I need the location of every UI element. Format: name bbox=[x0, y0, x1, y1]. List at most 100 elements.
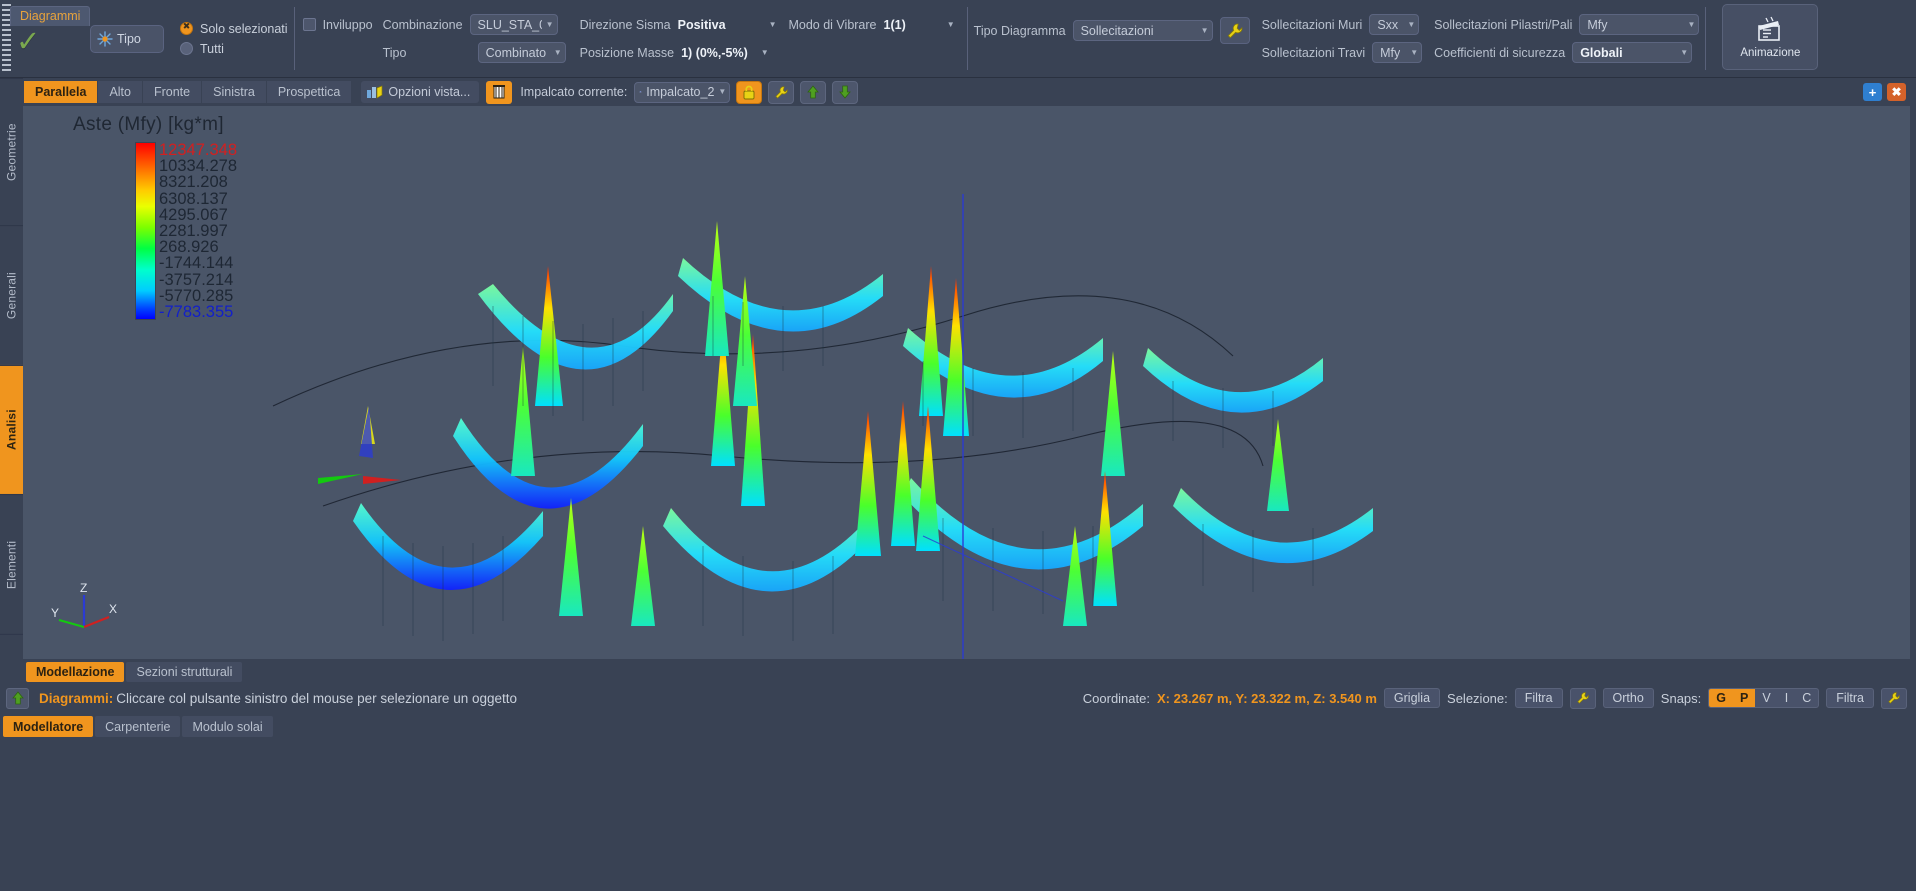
tipo-combinazione-select[interactable]: Combinato ▼ bbox=[477, 42, 566, 63]
axis-label-z: Z bbox=[80, 581, 87, 595]
chevron-down-icon: ▼ bbox=[553, 47, 562, 57]
sollecitazioni-travi-select[interactable]: Mfy ▼ bbox=[1372, 42, 1423, 63]
inviluppo-checkbox[interactable] bbox=[302, 18, 316, 31]
posizione-masse-chevron-down-icon[interactable]: ▼ bbox=[755, 48, 775, 57]
arrow-up-glyph bbox=[807, 85, 820, 99]
snap-i[interactable]: I bbox=[1778, 689, 1795, 707]
radio-indicator-on bbox=[180, 21, 193, 35]
ribbon-separator-3 bbox=[1705, 7, 1707, 70]
bottom-tab-sezioni-strutturali[interactable]: Sezioni strutturali bbox=[126, 661, 243, 682]
sidebar-item-analisi[interactable]: Analisi bbox=[0, 365, 23, 495]
mode-tab-carpenterie[interactable]: Carpenterie bbox=[95, 716, 181, 737]
sidebar-item-elementi[interactable]: Elementi bbox=[0, 494, 23, 635]
snap-p[interactable]: P bbox=[1733, 689, 1756, 707]
chevron-down-icon: ▼ bbox=[1680, 47, 1689, 57]
wrench-glyph bbox=[775, 85, 788, 99]
ortho-button[interactable]: Ortho bbox=[1602, 688, 1654, 708]
close-view-button[interactable]: ✖ bbox=[1887, 83, 1906, 101]
legend-tick: 6308.137 bbox=[159, 189, 228, 208]
selection-scope-radios: Solo selezionati Tutti bbox=[180, 21, 288, 56]
sollecitazioni-muri-label: Sollecitazioni Muri bbox=[1261, 17, 1363, 32]
coefficienti-sicurezza-select[interactable]: Globali ▼ bbox=[1572, 42, 1693, 63]
sollecitazioni-pilastri-select[interactable]: Mfy ▼ bbox=[1579, 14, 1700, 35]
posizione-masse-value: 1) (0%,-5%) bbox=[681, 45, 748, 60]
status-message: Cliccare col pulsante sinistro del mouse… bbox=[116, 690, 518, 706]
viewport-scrollbar[interactable] bbox=[1910, 106, 1916, 659]
ribbon-group-combinazione: Inviluppo Combinazione SLU_STA_01 ▼ Tipo… bbox=[301, 0, 961, 77]
animazione-button[interactable]: Animazione bbox=[1722, 4, 1819, 70]
modo-vibrare-value: 1(1) bbox=[883, 17, 906, 32]
bottom-tab-modellazione[interactable]: Modellazione bbox=[26, 661, 125, 682]
legend-tick-values: 12347.348 10334.278 8321.208 6308.137 42… bbox=[159, 142, 237, 321]
snap-c[interactable]: C bbox=[1795, 689, 1818, 707]
legend-tick: 268.926 bbox=[159, 238, 219, 257]
radio-tutti[interactable]: Tutti bbox=[180, 42, 288, 56]
radio-indicator-off bbox=[180, 42, 193, 55]
sidebar-item-geometrie[interactable]: Geometrie bbox=[0, 78, 23, 226]
mode-tab-bar: Modellatore Carpenterie Modulo solai bbox=[0, 712, 1916, 891]
snap-v[interactable]: V bbox=[1755, 689, 1777, 707]
snaps-label: Snaps: bbox=[1660, 690, 1702, 706]
tipo-combinazione-label: Tipo bbox=[382, 45, 407, 60]
tipo-diagramma-settings-button[interactable] bbox=[1219, 17, 1250, 44]
direzione-sisma-value: Positiva bbox=[677, 17, 726, 32]
impalcato-toggle-button[interactable] bbox=[486, 80, 513, 104]
modo-vibrare-chevron-down-icon[interactable]: ▼ bbox=[941, 20, 961, 29]
moment-diagram-render bbox=[272, 194, 1373, 659]
mode-tab-modulo-solai[interactable]: Modulo solai bbox=[182, 716, 273, 737]
tipo-button[interactable]: Tipo bbox=[90, 24, 164, 53]
viewport-3d[interactable]: Aste (Mfy) [kg*m] 12347.348 10334.278 83… bbox=[23, 106, 1916, 659]
filtra-selezione-settings-button[interactable] bbox=[1569, 687, 1596, 709]
wrench-icon bbox=[1888, 692, 1900, 704]
view-tab-fronte[interactable]: Fronte bbox=[142, 81, 203, 103]
axis-label-x: X bbox=[109, 602, 117, 616]
selezione-label: Selezione: bbox=[1447, 690, 1508, 706]
coefficienti-sicurezza-value: Globali bbox=[1580, 45, 1623, 60]
opzioni-vista-label: Opzioni vista... bbox=[388, 85, 471, 99]
impalcato-value: Impalcato_2 bbox=[646, 85, 715, 99]
combinazione-select[interactable]: SLU_STA_01 ▼ bbox=[469, 14, 558, 35]
impalcato-select[interactable]: Impalcato_2 ▼ bbox=[634, 81, 731, 103]
add-view-button[interactable]: + bbox=[1863, 83, 1882, 101]
view-tab-prospettica[interactable]: Prospettica bbox=[266, 81, 353, 103]
wrench-icon[interactable] bbox=[768, 80, 795, 104]
sollecitazioni-pilastri-value: Mfy bbox=[1587, 17, 1608, 32]
direzione-sisma-label: Direzione Sisma bbox=[579, 17, 671, 32]
arrow-up-home-icon[interactable] bbox=[6, 687, 29, 709]
legend-tick: 10334.278 bbox=[159, 157, 237, 176]
opzioni-vista-button[interactable]: Opzioni vista... bbox=[361, 81, 480, 103]
ribbon-separator-1 bbox=[293, 7, 295, 70]
clapperboard-icon bbox=[1758, 16, 1781, 41]
arrow-down-icon[interactable] bbox=[832, 80, 859, 104]
tipo-diagramma-select[interactable]: Sollecitazioni ▼ bbox=[1072, 20, 1213, 41]
view-toolbar: Parallela Alto Fronte Sinistra Prospetti… bbox=[0, 78, 1916, 106]
sidebar-item-generali[interactable]: Generali bbox=[0, 225, 23, 366]
arrow-up-icon[interactable] bbox=[800, 80, 827, 104]
tipo-diagramma-value: Sollecitazioni bbox=[1080, 23, 1154, 38]
view-tab-sinistra[interactable]: Sinistra bbox=[202, 81, 267, 103]
spacer-row bbox=[303, 42, 373, 64]
inviluppo-checkbox-row[interactable]: Inviluppo bbox=[302, 14, 373, 36]
radio-label: Tutti bbox=[200, 41, 224, 56]
sollecitazioni-muri-select[interactable]: Sxx ▼ bbox=[1369, 14, 1420, 35]
mode-tab-modellatore[interactable]: Modellatore bbox=[3, 716, 94, 737]
snap-g[interactable]: G bbox=[1709, 689, 1734, 707]
floor-plan-icon bbox=[493, 85, 506, 99]
impalcato-corrente-label: Impalcato corrente: bbox=[520, 85, 628, 99]
radio-solo-selezionati[interactable]: Solo selezionati bbox=[180, 21, 288, 36]
snaps-settings-button[interactable] bbox=[1881, 687, 1907, 709]
wrench-icon bbox=[1576, 692, 1589, 704]
griglia-button[interactable]: Griglia bbox=[1383, 688, 1441, 708]
lock-icon[interactable] bbox=[736, 80, 763, 104]
tipo-button-label: Tipo bbox=[117, 31, 141, 46]
status-bar: Diagrammi: Cliccare col pulsante sinistr… bbox=[0, 684, 1916, 712]
tipo-combinazione-value: Combinato bbox=[485, 45, 547, 60]
view-tab-parallela[interactable]: Parallela bbox=[24, 81, 99, 103]
view-tab-alto[interactable]: Alto bbox=[98, 81, 143, 103]
direzione-sisma-chevron-down-icon[interactable]: ▼ bbox=[763, 20, 783, 29]
chevron-down-icon: ▼ bbox=[1687, 19, 1696, 29]
filtra-snaps-button[interactable]: Filtra bbox=[1826, 688, 1874, 708]
radio-label: Solo selezionati bbox=[200, 21, 288, 36]
lock-glyph bbox=[743, 85, 755, 99]
filtra-selezione-button[interactable]: Filtra bbox=[1514, 688, 1563, 708]
